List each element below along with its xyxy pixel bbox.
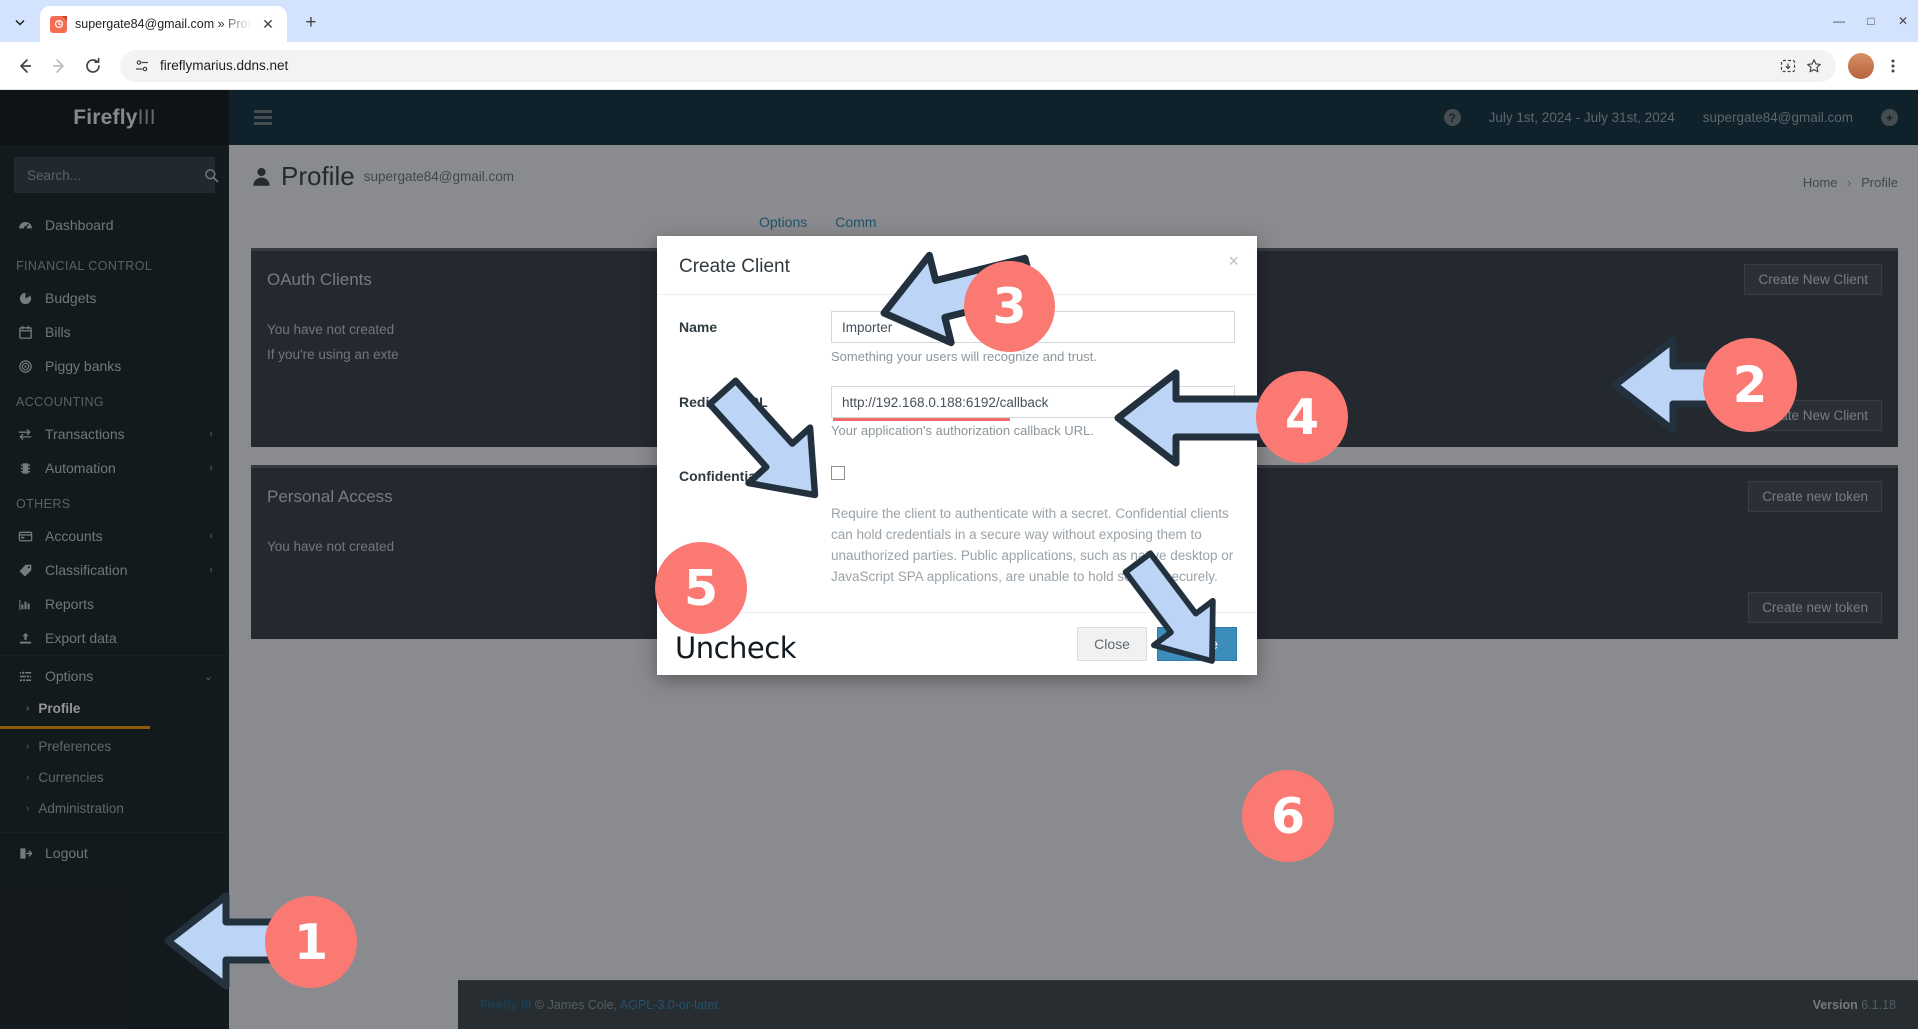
url-text: fireflymarius.ddns.net [160,58,288,73]
redirect-url-label: Redirect URL [679,386,831,456]
close-icon[interactable]: × [1228,252,1239,270]
confidential-row: Confidential Require the client to authe… [679,460,1235,588]
badge-number: 2 [1733,356,1768,414]
badge-number: 1 [294,914,328,971]
bookmark-star-icon[interactable] [1806,58,1822,74]
name-row: Name Something your users will recognize… [679,311,1235,382]
modal-body: Name Something your users will recognize… [657,294,1257,612]
browser-tabstrip: supergate84@gmail.com » Prof ✕ + — □ ✕ [0,0,1918,42]
modal-title: Create Client [679,256,1235,278]
create-button[interactable]: Create [1157,627,1237,661]
browser-window: supergate84@gmail.com » Prof ✕ + — □ ✕ [0,0,1918,1029]
annotation-uncheck-text: Uncheck [675,631,796,665]
site-settings-icon[interactable] [134,58,150,74]
confidential-checkbox[interactable] [831,466,845,480]
firefly-app: FireflyIII Dashboard FINA [0,90,1918,1029]
browser-menu-icon[interactable] [1878,51,1908,81]
install-app-icon[interactable] [1780,58,1796,74]
window-maximize-button[interactable]: □ [1856,6,1886,36]
name-help-text: Something your users will recognize and … [831,349,1235,364]
close-button[interactable]: Close [1077,627,1147,661]
favicon-firefly [50,16,67,33]
create-client-modal: Create Client × Name Something your user… [657,236,1257,675]
address-bar[interactable]: fireflymarius.ddns.net [120,50,1836,82]
redirect-url-help-text: Your application's authorization callbac… [831,423,1235,438]
badge-number: 5 [684,560,718,617]
reload-icon[interactable] [78,51,108,81]
tab-title: supergate84@gmail.com » Prof [75,17,251,31]
forward-icon[interactable] [44,51,74,81]
confidential-field-wrap: Require the client to authenticate with … [831,460,1235,588]
annotation-badge-4: 4 [1256,371,1348,463]
close-icon[interactable]: ✕ [259,17,277,31]
browser-toolbar: fireflymarius.ddns.net [0,42,1918,90]
window-minimize-button[interactable]: — [1824,6,1854,36]
annotation-badge-1: 1 [265,896,357,988]
window-close-button[interactable]: ✕ [1888,6,1918,36]
badge-number: 6 [1271,788,1305,845]
annotation-badge-5: 5 [655,542,747,634]
redirect-url-input[interactable] [831,386,1235,418]
annotation-badge-6: 6 [1242,770,1334,862]
badge-number: 4 [1285,389,1319,446]
annotation-badge-2: 2 [1703,338,1797,432]
browser-tab[interactable]: supergate84@gmail.com » Prof ✕ [40,6,287,42]
back-icon[interactable] [10,51,40,81]
modal-header: Create Client × [657,236,1257,294]
tab-list-icon[interactable] [4,6,36,38]
confidential-description: Require the client to authenticate with … [831,504,1235,588]
avatar[interactable] [1848,53,1874,79]
redirect-url-row: Redirect URL Your application's authoriz… [679,386,1235,456]
annotation-badge-3: 3 [964,261,1055,352]
badge-number: 3 [992,278,1026,335]
redirect-field-wrap: Your application's authorization callbac… [831,386,1235,456]
name-label: Name [679,311,831,382]
new-tab-button[interactable]: + [297,9,325,37]
